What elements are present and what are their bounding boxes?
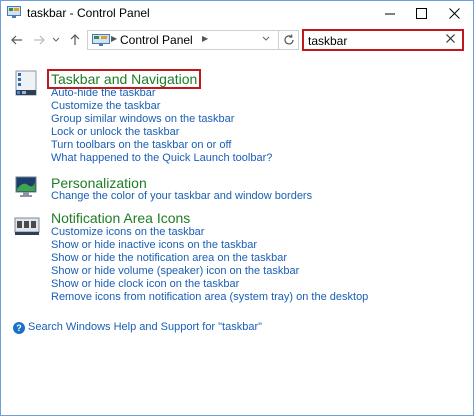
minimize-button[interactable]	[374, 1, 407, 25]
close-icon	[446, 34, 455, 43]
link-turn-toolbars-on-off[interactable]: Turn toolbars on the taskbar on or off	[51, 139, 231, 151]
forward-arrow-icon	[34, 35, 45, 45]
taskbar-and-navigation-title[interactable]: Taskbar and Navigation	[47, 69, 202, 89]
chevron-down-icon	[52, 37, 60, 42]
back-arrow-icon	[11, 35, 22, 45]
help-icon: ?	[13, 322, 25, 334]
link-show-hide-notification-area[interactable]: Show or hide the notification area on th…	[51, 252, 287, 264]
link-group-similar-windows[interactable]: Group similar windows on the taskbar	[51, 113, 234, 125]
breadcrumb-separator-icon[interactable]: ▶	[202, 34, 208, 43]
maximize-icon	[416, 7, 427, 19]
refresh-button[interactable]	[279, 30, 299, 50]
personalization-title[interactable]: Personalization	[51, 175, 147, 191]
maximize-button[interactable]	[405, 1, 438, 25]
scrollbar[interactable]	[458, 53, 473, 415]
search-help-link[interactable]: Search Windows Help and Support for "tas…	[28, 321, 262, 333]
close-button[interactable]	[438, 1, 471, 25]
address-row: ▶ Control Panel ▶	[1, 28, 473, 52]
refresh-icon	[283, 34, 294, 45]
link-lock-unlock-taskbar[interactable]: Lock or unlock the taskbar	[51, 126, 179, 138]
up-arrow-icon	[70, 34, 80, 45]
search-box[interactable]	[302, 29, 464, 51]
search-input[interactable]	[308, 33, 428, 48]
minimize-icon	[385, 13, 395, 14]
address-dropdown-button[interactable]	[262, 34, 270, 44]
close-icon	[449, 7, 460, 19]
link-show-hide-volume-icon[interactable]: Show or hide volume (speaker) icon on th…	[51, 265, 299, 277]
title-bar: taskbar - Control Panel	[1, 1, 473, 25]
notification-area-icons-title[interactable]: Notification Area Icons	[51, 210, 190, 226]
link-auto-hide-taskbar[interactable]: Auto-hide the taskbar	[51, 87, 156, 99]
forward-button[interactable]	[31, 32, 47, 48]
breadcrumb-separator-icon[interactable]: ▶	[111, 34, 117, 43]
link-remove-tray-icons[interactable]: Remove icons from notification area (sys…	[51, 291, 368, 303]
chevron-down-icon	[262, 36, 270, 41]
personalization-icon	[15, 176, 37, 197]
link-show-hide-clock-icon[interactable]: Show or hide clock icon on the taskbar	[51, 278, 239, 290]
control-panel-window: taskbar - Control Panel ▶ Control Panel …	[0, 0, 474, 416]
control-panel-icon	[92, 34, 110, 46]
up-button[interactable]	[67, 32, 83, 48]
link-change-taskbar-color[interactable]: Change the color of your taskbar and win…	[51, 190, 312, 202]
link-show-hide-inactive-icons[interactable]: Show or hide inactive icons on the taskb…	[51, 239, 257, 251]
clear-search-button[interactable]	[446, 32, 455, 46]
control-panel-icon	[7, 6, 21, 18]
breadcrumb-control-panel[interactable]: Control Panel	[120, 33, 193, 47]
link-customize-taskbar[interactable]: Customize the taskbar	[51, 100, 160, 112]
notification-area-icon	[14, 217, 40, 235]
link-quick-launch-toolbar[interactable]: What happened to the Quick Launch toolba…	[51, 152, 272, 164]
window-title: taskbar - Control Panel	[27, 6, 150, 20]
taskbar-icon	[15, 70, 37, 96]
back-button[interactable]	[9, 32, 25, 48]
address-bar[interactable]: ▶ Control Panel ▶	[87, 30, 279, 50]
recent-locations-button[interactable]	[48, 32, 64, 48]
link-customize-icons[interactable]: Customize icons on the taskbar	[51, 226, 204, 238]
